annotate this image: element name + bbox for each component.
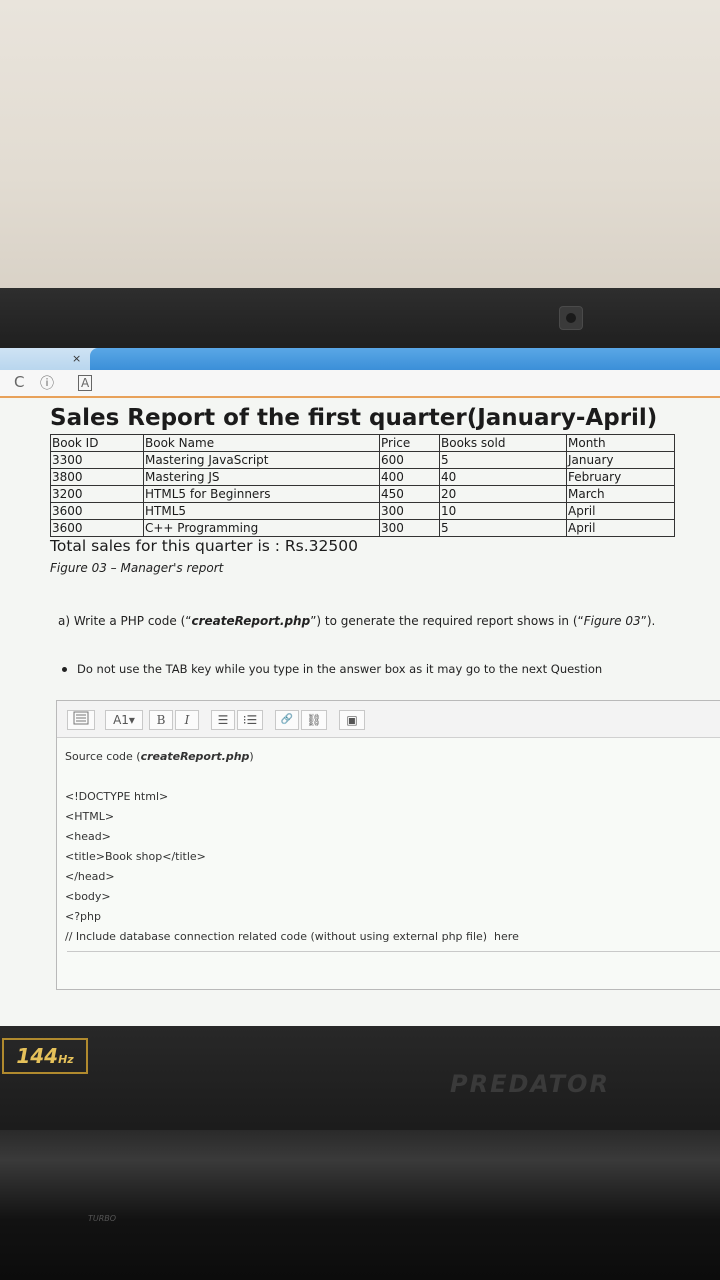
numbered-list-icon[interactable]: ⁝☰ bbox=[237, 710, 263, 730]
reader-icon[interactable]: A bbox=[78, 375, 93, 391]
header-price: Price bbox=[379, 434, 440, 452]
code-line: <?php bbox=[65, 910, 101, 923]
address-bar: C ⓘ A bbox=[0, 370, 720, 398]
refresh-number: 144 bbox=[16, 1044, 59, 1068]
cell-book-id: 3600 bbox=[50, 519, 144, 537]
cell-month: April bbox=[566, 502, 675, 520]
code-line: <body> bbox=[65, 890, 111, 903]
toggle-toolbar-icon[interactable] bbox=[67, 710, 95, 730]
code-line: <!DOCTYPE html> bbox=[65, 790, 169, 803]
cell-month: January bbox=[566, 451, 675, 469]
monitor-top-bezel bbox=[0, 288, 720, 350]
src-label-end: ) bbox=[249, 750, 254, 763]
cell-book-id: 3200 bbox=[50, 485, 144, 503]
cell-price: 450 bbox=[379, 485, 440, 503]
table-row: 3300 Mastering JavaScript 600 5 January bbox=[50, 451, 675, 469]
cell-books-sold: 5 bbox=[439, 451, 567, 469]
browser-tab[interactable] bbox=[90, 348, 720, 370]
cell-price: 400 bbox=[379, 468, 440, 486]
editor-toolbar: A1▾ B I ☰ ⁝☰ 🔗 ⛓ ▣ bbox=[57, 701, 720, 738]
refresh-rate-badge: 144Hz bbox=[2, 1038, 88, 1074]
unlink-icon[interactable]: ⛓ bbox=[301, 710, 327, 730]
question-middle: ”) to generate the required report shows… bbox=[310, 614, 584, 628]
cell-month: March bbox=[566, 485, 675, 503]
webcam bbox=[559, 306, 583, 330]
bold-button[interactable]: B bbox=[149, 710, 173, 730]
cell-month: April bbox=[566, 519, 675, 537]
table-row: 3800 Mastering JS 400 40 February bbox=[50, 468, 675, 486]
cell-books-sold: 40 bbox=[439, 468, 567, 486]
italic-button[interactable]: I bbox=[175, 710, 199, 730]
font-size-dropdown[interactable]: A1▾ bbox=[105, 710, 143, 730]
cell-book-id: 3300 bbox=[50, 451, 144, 469]
tab-close-icon[interactable]: × bbox=[72, 352, 81, 365]
code-line: <HTML> bbox=[65, 810, 115, 823]
cell-book-name: HTML5 bbox=[143, 502, 380, 520]
bullet-list-icon[interactable]: ☰ bbox=[211, 710, 235, 730]
question-figure: Figure 03 bbox=[583, 614, 641, 628]
table-row: 3600 HTML5 300 10 April bbox=[50, 502, 675, 520]
monitor-bottom-bezel bbox=[0, 1026, 720, 1136]
cell-books-sold: 5 bbox=[439, 519, 567, 537]
instruction-bullet: Do not use the TAB key while you type in… bbox=[62, 662, 602, 676]
sales-report-table: Book ID Book Name Price Books sold Month… bbox=[50, 434, 675, 537]
header-books-sold: Books sold bbox=[439, 434, 567, 452]
info-icon[interactable]: ⓘ bbox=[40, 373, 54, 393]
answer-text-area[interactable]: Source code (createReport.php) <!DOCTYPE… bbox=[65, 747, 720, 947]
src-label-text: Source code ( bbox=[65, 750, 141, 763]
cell-book-name: C++ Programming bbox=[143, 519, 380, 537]
src-file: createReport.php bbox=[140, 750, 250, 763]
monitor-chin bbox=[0, 1130, 720, 1280]
cell-month: February bbox=[566, 468, 675, 486]
refresh-unit: Hz bbox=[58, 1053, 74, 1066]
cell-book-id: 3600 bbox=[50, 502, 144, 520]
header-book-name: Book Name bbox=[143, 434, 380, 452]
cell-book-name: Mastering JavaScript bbox=[143, 451, 380, 469]
total-sales-text: Total sales for this quarter is : Rs.325… bbox=[50, 537, 358, 555]
table-row: 3600 C++ Programming 300 5 April bbox=[50, 519, 675, 537]
header-month: Month bbox=[566, 434, 675, 452]
question-filename: createReport.php bbox=[191, 614, 311, 628]
question-text: a) Write a PHP code (“createReport.php”)… bbox=[58, 614, 655, 628]
cell-price: 300 bbox=[379, 502, 440, 520]
table-row: 3200 HTML5 for Beginners 450 20 March bbox=[50, 485, 675, 503]
cell-books-sold: 20 bbox=[439, 485, 567, 503]
code-line: <title>Book shop</title> bbox=[65, 850, 206, 863]
cell-price: 300 bbox=[379, 519, 440, 537]
browser-tab-strip: × bbox=[0, 348, 720, 370]
monitor-brand-logo: PREDATOR bbox=[450, 1070, 610, 1098]
turbo-label: TURBO bbox=[88, 1214, 117, 1223]
cell-book-name: HTML5 for Beginners bbox=[143, 485, 380, 503]
code-line: </head> bbox=[65, 870, 115, 883]
bullet-icon bbox=[62, 667, 67, 672]
image-icon[interactable]: ▣ bbox=[339, 710, 365, 730]
link-icon[interactable]: 🔗 bbox=[275, 710, 299, 730]
table-header-row: Book ID Book Name Price Books sold Month bbox=[50, 434, 675, 452]
question-prefix: a) Write a PHP code (“ bbox=[58, 614, 192, 628]
monitor-screen: × C ⓘ A Sales Report of the first quarte… bbox=[0, 348, 720, 1028]
code-line: <head> bbox=[65, 830, 111, 843]
figure-caption: Figure 03 – Manager's report bbox=[50, 561, 224, 575]
source-code-label: Source code (createReport.php) bbox=[65, 747, 720, 767]
reload-icon[interactable]: C bbox=[14, 373, 24, 391]
header-book-id: Book ID bbox=[50, 434, 144, 452]
cell-book-id: 3800 bbox=[50, 468, 144, 486]
editor-bottom-border bbox=[67, 951, 720, 952]
code-line: // Include database connection related c… bbox=[65, 930, 519, 943]
cell-price: 600 bbox=[379, 451, 440, 469]
cell-books-sold: 10 bbox=[439, 502, 567, 520]
cell-book-name: Mastering JS bbox=[143, 468, 380, 486]
question-suffix: ”). bbox=[640, 614, 656, 628]
instruction-text: Do not use the TAB key while you type in… bbox=[77, 662, 603, 676]
wall-background bbox=[0, 0, 720, 290]
report-title: Sales Report of the first quarter(Januar… bbox=[50, 405, 658, 431]
answer-editor[interactable]: A1▾ B I ☰ ⁝☰ 🔗 ⛓ ▣ Source code (createRe… bbox=[56, 700, 720, 990]
question-document: Sales Report of the first quarter(Januar… bbox=[50, 404, 720, 575]
